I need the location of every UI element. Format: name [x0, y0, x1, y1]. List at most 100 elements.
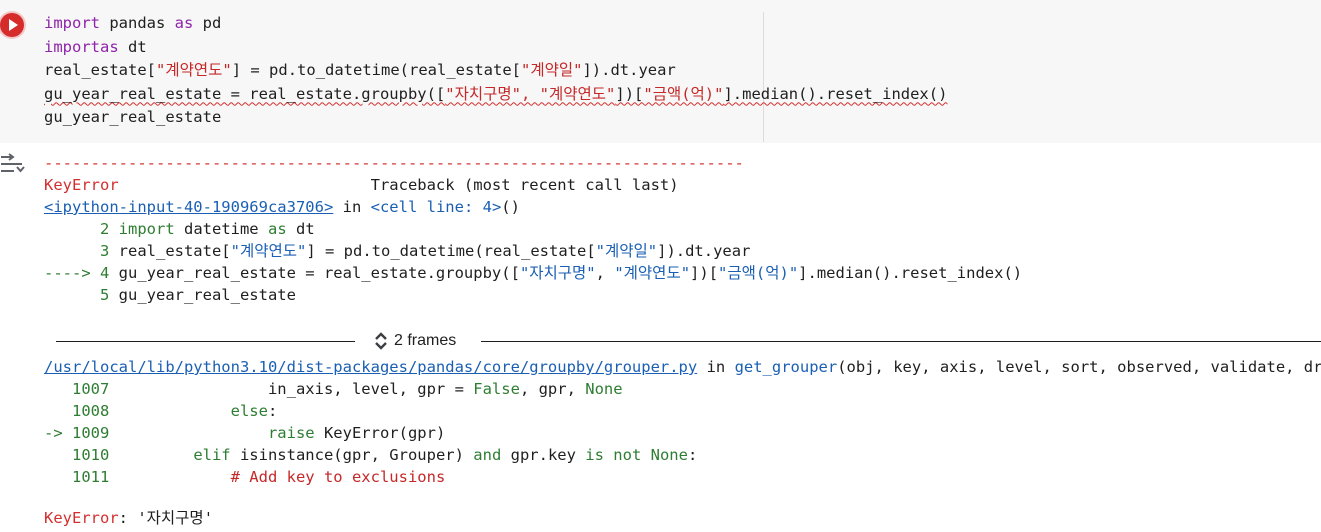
- grouper-traceback: /usr/local/lib/python3.10/dist-packages/…: [44, 356, 1321, 488]
- divider: [481, 341, 1321, 342]
- traceback-line: -> 1009 raise KeyError(gpr): [44, 422, 1321, 444]
- code-token: ,: [595, 264, 615, 282]
- code-token: None: [585, 380, 623, 398]
- code-token: import: [44, 14, 100, 32]
- code-token: pd: [193, 14, 222, 32]
- traceback-line: 1010 elif isinstance(gpr, Grouper) and g…: [44, 444, 1321, 466]
- error-arrow-marker: -> 1009: [44, 424, 119, 442]
- code-token: ] = pd.to_datetime(real_estate[: [306, 242, 596, 260]
- grouper-location: /usr/local/lib/python3.10/dist-packages/…: [44, 356, 1321, 378]
- code-token: ]).dt.year: [657, 242, 751, 260]
- final-error: KeyError: '자치구명': [44, 507, 213, 529]
- code-token: import: [118, 220, 175, 238]
- traceback-line: 3 real_estate["계약연도"] = pd.to_datetime(r…: [44, 240, 1321, 262]
- traceback-line: 1007 in_axis, level, gpr = False, gpr, N…: [44, 378, 1321, 400]
- code-token: gu_year_real_estate = real_estate.groupb…: [118, 264, 520, 282]
- function-name: get_grouper: [734, 358, 838, 376]
- code-token: "계약일": [595, 242, 658, 260]
- grouper-lines: 1007 in_axis, level, gpr = False, gpr, N…: [44, 378, 1321, 488]
- code-token: and: [473, 446, 502, 464]
- code-token: real_estate[: [118, 242, 231, 260]
- output-toggle-icon[interactable]: [0, 152, 26, 176]
- code-cell-input[interactable]: import pandas as pd importas dt real_estat…: [0, 0, 1321, 143]
- grouper-file-link[interactable]: /usr/local/lib/python3.10/dist-packages/…: [44, 358, 697, 376]
- code-line: import pandas as pd: [44, 12, 947, 36]
- code-token: pandas: [100, 14, 175, 32]
- code-token: "금액(억)": [718, 264, 799, 282]
- code-token: as: [174, 14, 194, 32]
- cell-line-paren: (): [501, 198, 520, 216]
- frames-label: 2 frames: [394, 332, 457, 349]
- input-location: <ipython-input-40-190969ca3706> in <cell…: [44, 196, 1321, 218]
- divider: [56, 341, 355, 342]
- context-lines: 2 import datetime as dt 3 real_estate["계…: [44, 218, 1321, 306]
- line-number: 3: [44, 242, 119, 260]
- traceback-line: 1011 # Add key to exclusions: [44, 466, 1321, 488]
- code-token: ])[: [615, 84, 644, 103]
- code-token: "자치구명", "계약연도": [445, 84, 616, 103]
- code-token: None: [650, 446, 688, 464]
- code-token: as: [267, 220, 287, 238]
- code-token: ] = pd.to_datetime(real_estate[: [231, 61, 521, 79]
- code-token: ].median().reset_index(): [798, 264, 1023, 282]
- error-output: ----------------------------------------…: [44, 152, 1321, 306]
- cell-line-text: <cell line: 4>: [370, 198, 502, 216]
- error-name: KeyError: [44, 176, 119, 194]
- code-token: "금액(억)": [643, 84, 724, 103]
- code-token: "자치구명": [519, 264, 596, 282]
- function-args: (obj, key, axis, level, sort, observed, …: [837, 358, 1321, 376]
- code-token: # Add key to exclusions: [230, 468, 446, 486]
- code-token: dt: [286, 220, 315, 238]
- code-token: "계약연도": [230, 242, 307, 260]
- code-editor[interactable]: import pandas as pd importas dt real_estat…: [44, 12, 947, 130]
- code-token: raise: [267, 424, 315, 442]
- final-error-name: KeyError: [44, 509, 119, 527]
- code-token: datetime: [174, 220, 268, 238]
- code-token: "계약연도": [614, 264, 691, 282]
- ipython-input-link[interactable]: <ipython-input-40-190969ca3706>: [44, 198, 333, 216]
- expand-frames-icon: [375, 332, 387, 350]
- code-token: import: [44, 37, 100, 56]
- frames-separator: 2 frames: [56, 329, 1321, 353]
- in-text: in: [697, 358, 735, 376]
- traceback-line: 2 import datetime as dt: [44, 218, 1321, 240]
- code-token: gu_year_real_estate = real_estate.groupb…: [44, 84, 446, 103]
- line-number: 1007: [44, 380, 119, 398]
- code-token: isinstance(gpr, Grouper): [230, 446, 474, 464]
- code-line: gu_year_real_estate = real_estate.groupb…: [44, 83, 947, 107]
- traceback-line: 1008 else:: [44, 400, 1321, 422]
- error-arrow-marker: ----> 4: [44, 264, 119, 282]
- code-token: False: [473, 380, 520, 398]
- code-token: "계약일": [521, 61, 583, 79]
- final-error-message: : '자치구명': [118, 509, 214, 527]
- line-number: 1011: [44, 468, 119, 486]
- code-token: ].median().reset_index(): [723, 84, 948, 103]
- traceback-label: Traceback (most recent call last): [118, 176, 679, 194]
- code-token: as: [100, 37, 119, 56]
- traceback-header: KeyError Traceback (most recent call las…: [44, 174, 1321, 196]
- traceback-line: 5 gu_year_real_estate: [44, 284, 1321, 306]
- expand-frames-button[interactable]: 2 frames: [374, 329, 456, 353]
- in-text: in: [333, 198, 371, 216]
- code-token: :: [687, 446, 698, 464]
- code-token: not: [613, 446, 642, 464]
- line-number: 1010: [44, 446, 119, 464]
- code-line: real_estate["계약연도"] = pd.to_datetime(rea…: [44, 59, 947, 83]
- code-token: gu_year_real_estate: [44, 108, 222, 126]
- code-token: elif: [193, 446, 231, 464]
- code-token: "계약연도": [155, 61, 232, 79]
- code-token: ])[: [690, 264, 719, 282]
- line-number: 2: [44, 220, 119, 238]
- code-token: dt: [118, 37, 147, 56]
- code-token: is: [585, 446, 604, 464]
- code-token: KeyError(gpr): [314, 424, 446, 442]
- traceback-dash-line: ----------------------------------------…: [44, 154, 744, 172]
- run-error-icon[interactable]: [0, 13, 24, 37]
- code-line: gu_year_real_estate: [44, 106, 947, 130]
